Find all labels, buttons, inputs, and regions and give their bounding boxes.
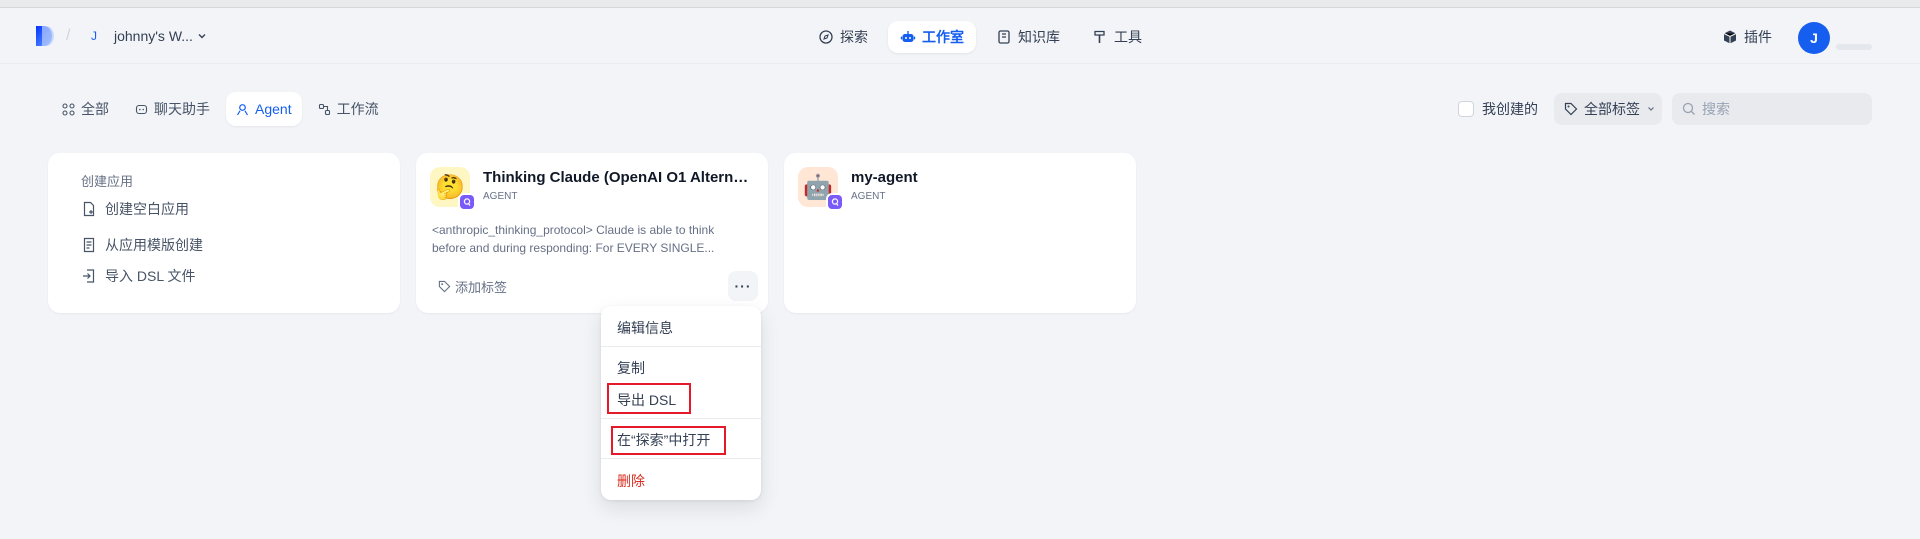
agent-badge-icon xyxy=(826,193,844,211)
main-nav: 探索 工作室 知识库 工具 xyxy=(806,21,1154,53)
template-icon xyxy=(83,237,95,253)
nav-explore[interactable]: 探索 xyxy=(806,21,880,53)
search-box xyxy=(1672,93,1872,125)
breadcrumb-separator: / xyxy=(66,27,71,44)
more-options-button[interactable]: ··· xyxy=(728,271,758,301)
dify-logo-icon[interactable] xyxy=(34,25,54,47)
import-dsl-label: 导入 DSL 文件 xyxy=(105,268,196,284)
book-icon xyxy=(998,30,1010,44)
top-header: / J johnny's W... 探索 工作室 知识库 工具 插件 J xyxy=(0,8,1920,64)
app-type: AGENT xyxy=(851,191,886,202)
filter-tab-chatbot-label: 聊天助手 xyxy=(154,101,210,117)
cube-icon xyxy=(1723,30,1737,44)
created-by-me-checkbox[interactable] xyxy=(1458,101,1474,117)
import-dsl-button[interactable]: 导入 DSL 文件 xyxy=(81,266,196,286)
plugin-label: 插件 xyxy=(1744,29,1772,45)
create-blank-app-label: 创建空白应用 xyxy=(105,201,189,217)
create-from-template-button[interactable]: 从应用模版创建 xyxy=(81,235,203,255)
app-type-filters: 全部 聊天助手 Agent 工作流 xyxy=(52,92,389,126)
create-app-card: 创建应用 创建空白应用 从应用模版创建 导入 DSL 文件 xyxy=(48,153,400,313)
search-icon xyxy=(1682,102,1695,115)
nav-tools-label: 工具 xyxy=(1114,29,1142,45)
workspace-switcher[interactable]: johnny's W... xyxy=(114,28,207,44)
filter-tab-agent[interactable]: Agent xyxy=(226,92,302,126)
workspace-initial: J xyxy=(91,29,97,43)
add-tag-button[interactable]: 添加标签 xyxy=(438,277,507,296)
workflow-icon xyxy=(318,103,330,115)
add-tag-label: 添加标签 xyxy=(455,280,508,295)
account-name-placeholder xyxy=(1836,44,1872,50)
filter-tab-agent-label: Agent xyxy=(255,101,292,117)
tag-icon xyxy=(438,280,451,293)
agent-badge-icon xyxy=(458,193,476,211)
app-card-thinking-claude[interactable]: 🤔 Thinking Claude (OpenAI O1 Alternative… xyxy=(416,153,768,313)
agent-icon xyxy=(236,103,249,115)
tag-filter-label: 全部标签 xyxy=(1584,101,1640,117)
menu-divider xyxy=(601,418,761,419)
browser-top-strip xyxy=(0,0,1920,8)
app-card-my-agent[interactable]: 🤖 my-agent AGENT xyxy=(784,153,1136,313)
create-blank-app-button[interactable]: 创建空白应用 xyxy=(81,199,189,219)
app-name: my-agent xyxy=(851,169,918,186)
nav-knowledge-label: 知识库 xyxy=(1018,29,1060,45)
menu-divider xyxy=(601,458,761,459)
annotation-box-export-dsl xyxy=(607,383,691,414)
created-by-me-label: 我创建的 xyxy=(1482,101,1538,117)
filter-tab-workflow-label: 工作流 xyxy=(336,101,379,117)
user-avatar[interactable]: J xyxy=(1798,22,1830,54)
menu-edit-info[interactable]: 编辑信息 xyxy=(617,318,673,338)
workspace-name: johnny's W... xyxy=(114,28,193,44)
menu-divider xyxy=(601,346,761,347)
menu-delete[interactable]: 删除 xyxy=(617,471,645,491)
robot-icon xyxy=(900,31,916,42)
nav-knowledge[interactable]: 知识库 xyxy=(984,21,1072,53)
nav-studio[interactable]: 工作室 xyxy=(888,21,976,53)
nav-tools[interactable]: 工具 xyxy=(1080,21,1154,53)
chevron-down-icon xyxy=(1648,107,1654,111)
create-app-title: 创建应用 xyxy=(81,174,134,189)
nav-studio-label: 工作室 xyxy=(922,29,964,45)
annotation-box-open-in-explore xyxy=(611,426,726,455)
filter-tab-all[interactable]: 全部 xyxy=(52,92,119,126)
created-by-me-toggle[interactable]: 我创建的 xyxy=(1458,100,1538,118)
tag-icon xyxy=(1564,102,1578,116)
create-from-template-label: 从应用模版创建 xyxy=(105,237,203,253)
filter-tab-chatbot[interactable]: 聊天助手 xyxy=(125,92,220,126)
tag-filter-select[interactable]: 全部标签 xyxy=(1554,93,1662,125)
chat-bot-icon xyxy=(135,104,148,114)
filter-tab-all-label: 全部 xyxy=(81,101,109,117)
menu-duplicate[interactable]: 复制 xyxy=(617,358,645,378)
plugin-button[interactable]: 插件 xyxy=(1722,26,1772,48)
grid-icon xyxy=(62,102,75,116)
chevron-down-icon xyxy=(198,34,206,39)
app-name: Thinking Claude (OpenAI O1 Alternative) xyxy=(483,169,755,186)
nav-explore-label: 探索 xyxy=(840,29,868,45)
hammer-icon xyxy=(1094,30,1105,43)
app-description: <anthropic_thinking_protocol> Claude is … xyxy=(432,223,715,255)
search-input[interactable] xyxy=(1702,101,1862,117)
filter-tab-workflow[interactable]: 工作流 xyxy=(308,92,389,126)
import-icon xyxy=(83,269,95,283)
app-type: AGENT xyxy=(483,191,518,202)
file-plus-icon xyxy=(83,201,95,217)
compass-icon xyxy=(819,30,833,44)
